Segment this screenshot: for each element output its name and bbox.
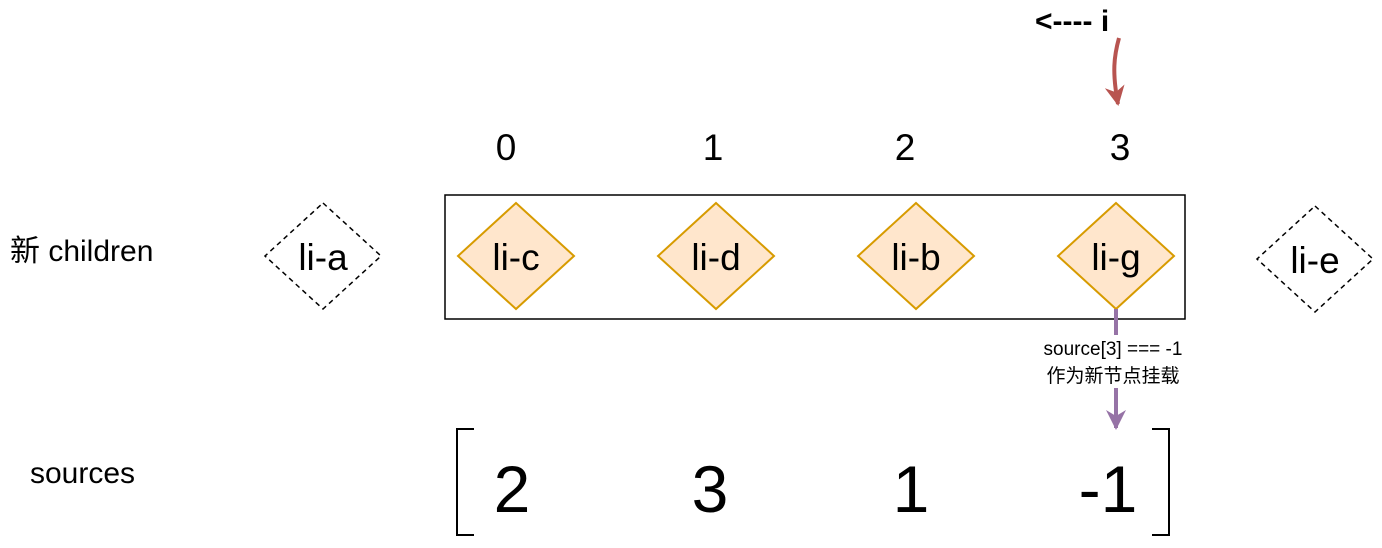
child-node-label: li-d: [691, 237, 740, 278]
diagram-svg: <---- i 0 1 2 3 新 children li-a li-c li-…: [10, 5, 1375, 536]
annotation-line-2: 作为新节点挂载: [1046, 365, 1179, 387]
annotation-line-1: source[3] === -1: [1044, 339, 1183, 360]
child-node-label: li-c: [492, 237, 539, 278]
index-label: 0: [496, 127, 517, 168]
pointer-arrow: [1104, 37, 1125, 106]
source-value: 3: [692, 452, 729, 526]
sources-right-bracket: [1152, 428, 1170, 536]
source-value: -1: [1079, 452, 1138, 526]
new-children-label: 新 children: [10, 235, 153, 268]
source-value: 2: [494, 452, 531, 526]
child-node-label: li-g: [1091, 237, 1140, 278]
child-node-label: li-b: [891, 237, 940, 278]
pointer-label: <---- i: [1035, 5, 1109, 38]
sources-left-bracket: [456, 428, 474, 536]
sources-label: sources: [30, 457, 135, 490]
index-label: 3: [1110, 127, 1131, 168]
diagram-canvas: <---- i 0 1 2 3 新 children li-a li-c li-…: [0, 0, 1382, 548]
source-value: 1: [893, 452, 930, 526]
index-label: 1: [703, 127, 724, 168]
outside-right-node-label: li-e: [1290, 240, 1339, 281]
index-label: 2: [895, 127, 916, 168]
outside-left-node-label: li-a: [298, 237, 348, 278]
